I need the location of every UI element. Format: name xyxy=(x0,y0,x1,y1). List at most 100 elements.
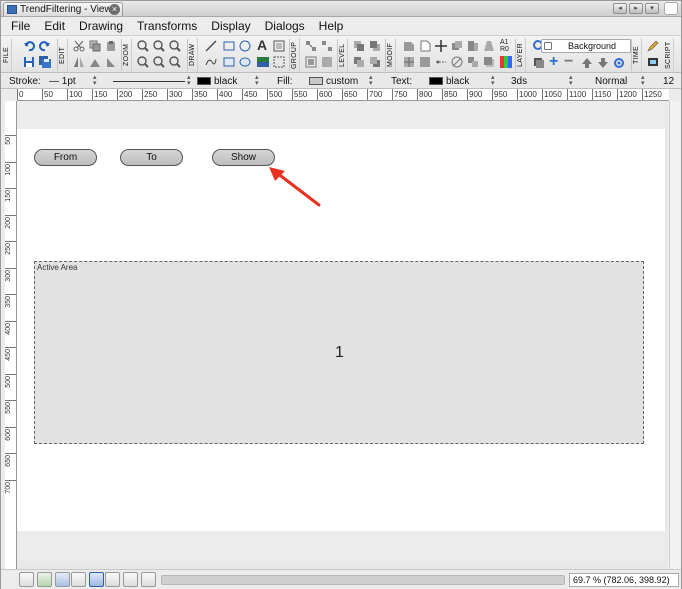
send-to-back-icon[interactable] xyxy=(369,56,381,68)
line-tool-icon[interactable] xyxy=(205,40,217,52)
zoom-fit-icon[interactable] xyxy=(169,40,181,52)
nav-right-button[interactable]: ▸ xyxy=(629,3,643,14)
nav-menu-button[interactable]: ▾ xyxy=(645,3,659,14)
stroke-color-select[interactable]: black xyxy=(197,75,237,88)
selection-box-icon[interactable] xyxy=(273,56,285,68)
bring-to-front-icon[interactable] xyxy=(369,40,381,52)
menu-drawing[interactable]: Drawing xyxy=(72,17,130,35)
zoom-page-icon[interactable] xyxy=(169,56,181,68)
group-icon[interactable] xyxy=(305,40,317,52)
rotate-icon[interactable] xyxy=(105,56,117,68)
layer-lock-icon[interactable] xyxy=(544,42,552,50)
font-select[interactable]: 3ds xyxy=(511,75,527,88)
group-collapse-icon[interactable] xyxy=(321,56,333,68)
path-tool-icon[interactable] xyxy=(205,56,217,68)
gradient-icon[interactable] xyxy=(500,56,512,68)
flip-horizontal-icon[interactable] xyxy=(73,56,85,68)
layer-settings-icon[interactable] xyxy=(613,57,625,69)
no-fill-icon[interactable] xyxy=(451,56,463,68)
stroke-width-select[interactable]: — 1pt xyxy=(49,75,76,88)
image-tool-icon[interactable] xyxy=(273,40,285,52)
active-area[interactable]: Active Area 1 xyxy=(34,261,644,444)
save-all-icon[interactable] xyxy=(39,56,51,68)
add-layer-icon[interactable]: + xyxy=(549,53,558,71)
film-icon[interactable] xyxy=(647,56,659,68)
menu-dialogs[interactable]: Dialogs xyxy=(258,17,312,35)
save-icon[interactable] xyxy=(23,56,35,68)
ruler-guide-icon[interactable] xyxy=(123,572,138,587)
layer-selector[interactable]: Background xyxy=(541,39,631,53)
text-color-select[interactable]: black xyxy=(429,75,469,88)
page-view-icon[interactable] xyxy=(89,572,104,587)
zoom-select-icon[interactable] xyxy=(137,56,149,68)
select-mode-icon[interactable] xyxy=(19,572,34,587)
menu-display[interactable]: Display xyxy=(204,17,257,35)
layer-stack-icon[interactable] xyxy=(533,57,545,69)
clone-icon[interactable] xyxy=(467,56,479,68)
pencil-icon[interactable] xyxy=(647,40,659,52)
to-button[interactable]: To xyxy=(120,149,183,166)
rectangle-tool-icon[interactable] xyxy=(223,40,235,52)
copy-style-icon[interactable] xyxy=(451,40,463,52)
group-expand-icon[interactable] xyxy=(305,56,317,68)
zoom-in-icon[interactable] xyxy=(137,40,149,52)
fill-stepper[interactable]: ▴ ▾ xyxy=(369,74,375,87)
fullscreen-button[interactable] xyxy=(664,2,678,15)
ruler-tick xyxy=(5,135,16,136)
attribute-label-a1[interactable]: A1 xyxy=(500,39,509,46)
undo-icon[interactable] xyxy=(23,40,35,52)
magnet-icon[interactable] xyxy=(141,572,156,587)
font-size-select[interactable]: 12 xyxy=(663,75,674,88)
menu-transforms[interactable]: Transforms xyxy=(130,17,204,35)
layer-down-icon[interactable] xyxy=(597,57,609,69)
copy-icon[interactable] xyxy=(89,40,101,52)
menu-file[interactable]: File xyxy=(4,17,37,35)
shadow-icon[interactable] xyxy=(483,56,495,68)
grid-toggle-icon[interactable] xyxy=(71,572,86,587)
attribute-label-r0[interactable]: R0 xyxy=(500,46,509,53)
flip-vertical-icon[interactable] xyxy=(89,56,101,68)
snap-icon[interactable] xyxy=(37,572,52,587)
remove-layer-icon[interactable]: − xyxy=(564,53,573,71)
duplicate-icon[interactable] xyxy=(467,40,479,52)
font-style-select[interactable]: Normal xyxy=(595,75,627,88)
nav-left-button[interactable]: ◂ xyxy=(613,3,627,14)
text-tool-icon[interactable]: A xyxy=(257,37,267,53)
stroke-width-stepper[interactable]: ▴ ▾ xyxy=(93,74,99,87)
grid-icon[interactable] xyxy=(419,56,431,68)
close-tab-icon[interactable]: × xyxy=(109,4,120,15)
from-button[interactable]: From xyxy=(34,149,97,166)
ungroup-icon[interactable] xyxy=(321,40,333,52)
perspective-icon[interactable] xyxy=(483,40,495,52)
bring-forward-icon[interactable] xyxy=(353,40,365,52)
paste-icon[interactable] xyxy=(105,40,117,52)
send-backward-icon[interactable] xyxy=(353,56,365,68)
zoom-out-icon[interactable] xyxy=(153,40,165,52)
text-color-stepper[interactable]: ▴ ▾ xyxy=(491,74,497,87)
cut-icon[interactable] xyxy=(73,40,85,52)
stroke-style-stepper[interactable]: ▴ ▾ xyxy=(187,74,193,87)
properties-icon[interactable] xyxy=(403,40,415,52)
angle-guide-icon[interactable] xyxy=(105,572,120,587)
table-icon[interactable] xyxy=(403,56,415,68)
font-stepper[interactable]: ▴ ▾ xyxy=(569,74,575,87)
zoom-window-icon[interactable] xyxy=(153,56,165,68)
stroke-color-stepper[interactable]: ▴ ▾ xyxy=(255,74,261,87)
ellipse-tool-icon[interactable] xyxy=(239,40,251,52)
vertical-scrollbar[interactable] xyxy=(669,101,681,571)
connector-icon[interactable] xyxy=(435,56,447,68)
document-tab[interactable]: TrendFiltering - View1 × xyxy=(3,2,123,16)
layers-panel-icon[interactable] xyxy=(55,572,70,587)
menu-help[interactable]: Help xyxy=(312,17,351,35)
document-icon[interactable] xyxy=(419,40,431,52)
layer-up-icon[interactable] xyxy=(581,57,593,69)
picture-icon[interactable] xyxy=(257,56,269,68)
redo-icon[interactable] xyxy=(39,40,51,52)
stroke-style-select[interactable] xyxy=(113,75,185,82)
filled-rectangle-icon[interactable] xyxy=(223,56,235,68)
font-style-stepper[interactable]: ▴ ▾ xyxy=(641,74,647,87)
fill-select[interactable]: custom xyxy=(309,75,358,88)
move-icon[interactable] xyxy=(435,40,447,52)
menu-edit[interactable]: Edit xyxy=(37,17,72,35)
filled-ellipse-icon[interactable] xyxy=(239,56,251,68)
